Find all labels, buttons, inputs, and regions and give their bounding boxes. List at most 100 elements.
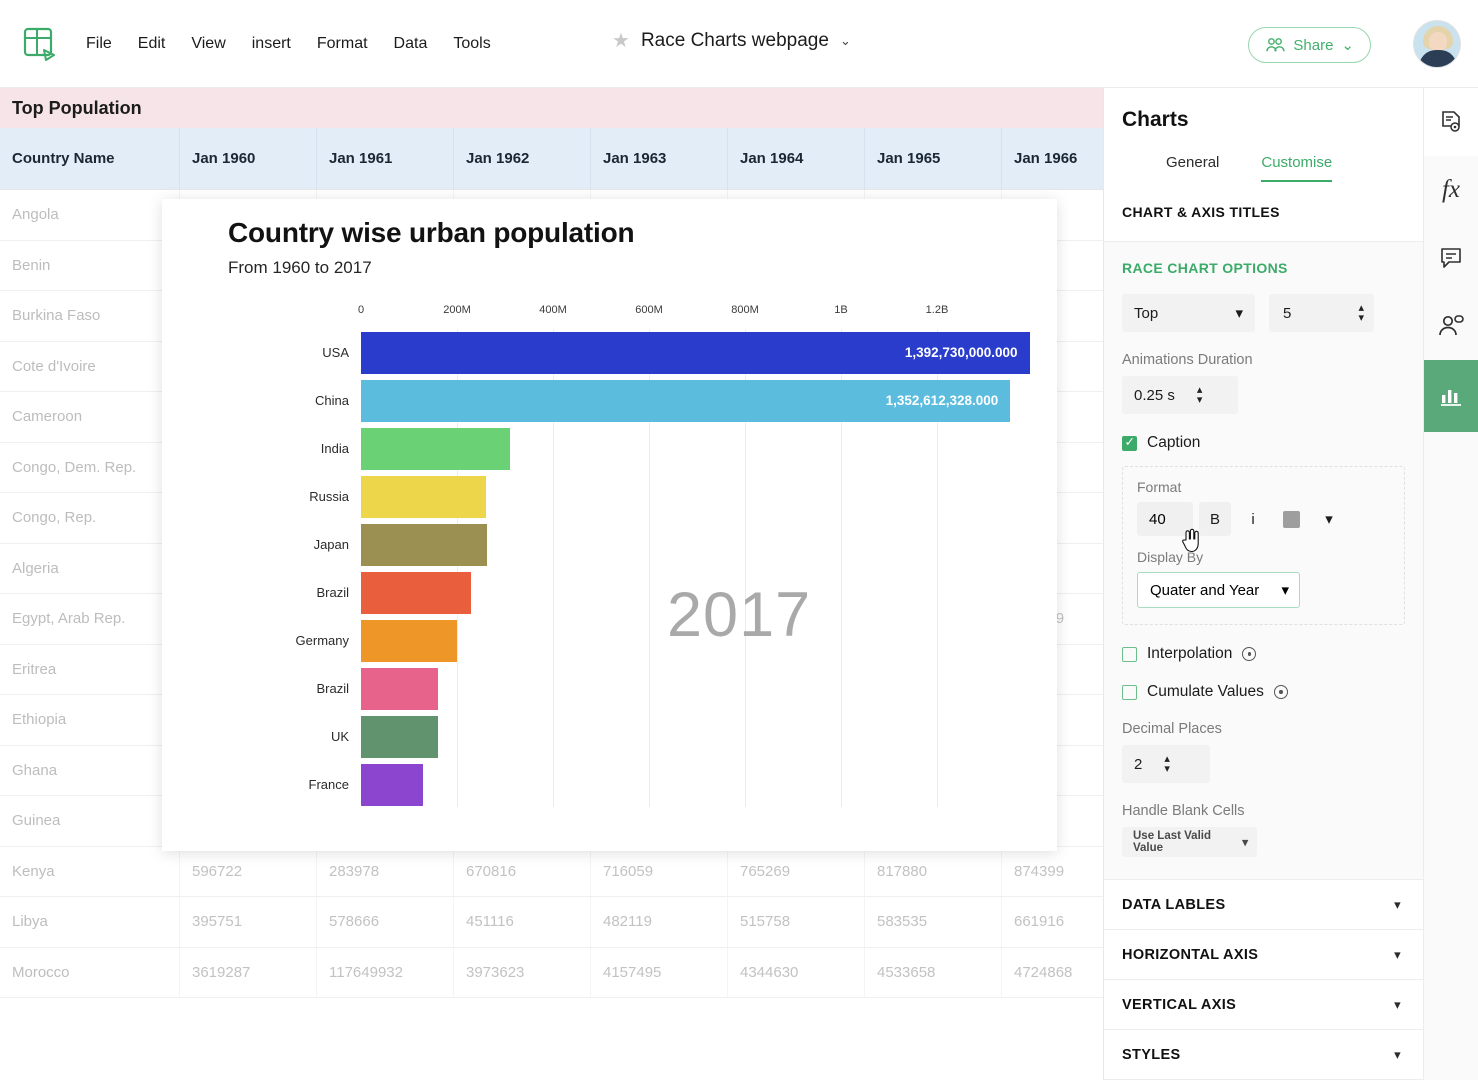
top-count-stepper[interactable]: 5 ▴ ▾: [1269, 294, 1374, 332]
display-by-select[interactable]: Quater and Year ▾: [1137, 572, 1300, 608]
cell-country-name[interactable]: Kenya: [0, 846, 180, 896]
accordion-vertical-axis[interactable]: VERTICAL AXIS ▾: [1104, 980, 1423, 1030]
cell-country-name[interactable]: Angola: [0, 190, 180, 240]
decimal-places-stepper[interactable]: 2 ▴ ▾: [1122, 745, 1210, 783]
chart-bar: 1,352,612,328.000: [361, 380, 1011, 422]
cell-country-name[interactable]: Benin: [0, 240, 180, 290]
cell-value[interactable]: 817880: [865, 846, 1002, 896]
cell-value[interactable]: 3619287: [180, 947, 317, 997]
column-header[interactable]: Jan 1965: [865, 128, 1002, 189]
cell-value[interactable]: 515758: [728, 897, 865, 947]
cell-value[interactable]: 765269: [728, 846, 865, 896]
top-select[interactable]: Top ▾: [1122, 294, 1255, 332]
stepper-arrows[interactable]: ▴ ▾: [1164, 754, 1170, 775]
formula-fx-icon[interactable]: fx: [1424, 156, 1478, 224]
accordion-horizontal-axis[interactable]: HORIZONTAL AXIS ▾: [1104, 930, 1423, 980]
section-chart-axis-titles[interactable]: CHART & AXIS TITLES: [1104, 182, 1423, 242]
cell-value[interactable]: 117649932: [317, 947, 454, 997]
menu-item-edit[interactable]: Edit: [138, 35, 166, 53]
cell-value[interactable]: 670816: [454, 846, 591, 896]
handle-blank-cells-select[interactable]: Use Last Valid Value ▾: [1122, 827, 1257, 857]
chart-bar-row: India: [228, 425, 1033, 473]
interpolation-checkbox[interactable]: [1122, 646, 1137, 662]
column-header[interactable]: Jan 1964: [728, 128, 865, 189]
cell-country-name[interactable]: Morocco: [0, 947, 180, 997]
cell-country-name[interactable]: Cameroon: [0, 392, 180, 442]
italic-button[interactable]: i: [1237, 502, 1269, 536]
document-title[interactable]: Race Charts webpage: [641, 30, 829, 52]
caption-checkbox[interactable]: [1122, 434, 1137, 451]
accordion-styles[interactable]: STYLES ▾: [1104, 1030, 1423, 1080]
cell-value[interactable]: 716059: [591, 846, 728, 896]
cell-value[interactable]: 3973623: [454, 947, 591, 997]
chevron-down-icon: ▾: [1281, 582, 1289, 599]
cell-value[interactable]: 596722: [180, 846, 317, 896]
race-chart-preview[interactable]: Country wise urban population From 1960 …: [162, 199, 1057, 851]
menu-item-insert[interactable]: insert: [252, 35, 291, 53]
chevron-down-icon[interactable]: ⌄: [840, 33, 851, 49]
cell-country-name[interactable]: Eritrea: [0, 644, 180, 694]
color-chevron-down-icon[interactable]: ▾: [1313, 502, 1345, 536]
info-icon[interactable]: [1242, 647, 1257, 661]
bar-category-label: UK: [330, 729, 349, 744]
column-header[interactable]: Jan 1963: [591, 128, 728, 189]
cell-value[interactable]: 578666: [317, 897, 454, 947]
menu-bar: File Edit View insert Format Data Tools: [86, 35, 491, 53]
info-icon[interactable]: [1273, 685, 1288, 699]
sheet-title: Top Population: [0, 88, 1103, 128]
table-row[interactable]: Libya 395751 578666 451116 482119 515758 58353…: [0, 897, 1139, 948]
charts-panel: Charts General Customise CHART & AXIS TI…: [1103, 88, 1423, 1080]
collaborator-icon[interactable]: [1424, 292, 1478, 360]
document-preview-icon[interactable]: [1424, 88, 1478, 156]
avatar[interactable]: [1413, 20, 1461, 68]
cell-value[interactable]: 395751: [180, 897, 317, 947]
cell-value[interactable]: 283978: [317, 846, 454, 896]
font-size-input[interactable]: 40: [1137, 502, 1193, 536]
animations-duration-stepper[interactable]: 0.25 s ▴ ▾: [1122, 376, 1238, 414]
cell-value[interactable]: 583535: [865, 897, 1002, 947]
cell-value[interactable]: 4533658: [865, 947, 1002, 997]
cell-value[interactable]: 4157495: [591, 947, 728, 997]
column-header[interactable]: Jan 1960: [180, 128, 317, 189]
accordion-data-lables[interactable]: DATA LABLES ▾: [1104, 880, 1423, 930]
table-row[interactable]: Morocco 3619287 117649932 3973623 4157495 434…: [0, 947, 1139, 998]
bar-chart-icon[interactable]: [1424, 360, 1478, 432]
cell-value[interactable]: 451116: [454, 897, 591, 947]
cell-country-name[interactable]: Guinea: [0, 796, 180, 846]
table-row[interactable]: Kenya 596722 283978 670816 716059 765269 81788…: [0, 846, 1139, 897]
column-header[interactable]: Jan 1961: [317, 128, 454, 189]
cumulate-values-checkbox[interactable]: [1122, 684, 1137, 700]
cell-country-name[interactable]: Burkina Faso: [0, 291, 180, 341]
cell-country-name[interactable]: Congo, Rep.: [0, 493, 180, 543]
chart-bar-row: Russia: [228, 473, 1033, 521]
cell-country-name[interactable]: Ghana: [0, 745, 180, 795]
comment-icon[interactable]: [1424, 224, 1478, 292]
text-color-swatch[interactable]: [1275, 502, 1307, 536]
menu-item-format[interactable]: Format: [317, 35, 368, 53]
column-header[interactable]: Country Name: [0, 128, 180, 189]
top-select-value: Top: [1134, 304, 1159, 322]
tab-general[interactable]: General: [1166, 154, 1219, 182]
cell-country-name[interactable]: Congo, Dem. Rep.: [0, 442, 180, 492]
stepper-arrows[interactable]: ▴ ▾: [1358, 303, 1364, 324]
menu-item-file[interactable]: File: [86, 35, 112, 53]
cell-country-name[interactable]: Egypt, Arab Rep.: [0, 594, 180, 644]
stepper-arrows[interactable]: ▴ ▾: [1197, 385, 1203, 406]
column-header[interactable]: Jan 1962: [454, 128, 591, 189]
tab-customise[interactable]: Customise: [1261, 154, 1333, 182]
menu-item-data[interactable]: Data: [394, 35, 428, 53]
menu-item-view[interactable]: View: [191, 35, 225, 53]
animations-duration-label: Animations Duration: [1122, 352, 1253, 368]
menu-item-tools[interactable]: Tools: [453, 35, 490, 53]
chart-title: Country wise urban population: [228, 217, 635, 248]
bold-button[interactable]: B: [1199, 502, 1231, 536]
share-button[interactable]: Share ⌄: [1248, 27, 1371, 63]
cell-country-name[interactable]: Libya: [0, 897, 180, 947]
cell-value[interactable]: 4344630: [728, 947, 865, 997]
cell-country-name[interactable]: Ethiopia: [0, 695, 180, 745]
spreadsheet-logo-icon[interactable]: [16, 20, 64, 68]
cell-country-name[interactable]: Algeria: [0, 543, 180, 593]
cell-country-name[interactable]: Cote d'Ivoire: [0, 341, 180, 391]
star-icon[interactable]: ★: [612, 31, 630, 51]
cell-value[interactable]: 482119: [591, 897, 728, 947]
